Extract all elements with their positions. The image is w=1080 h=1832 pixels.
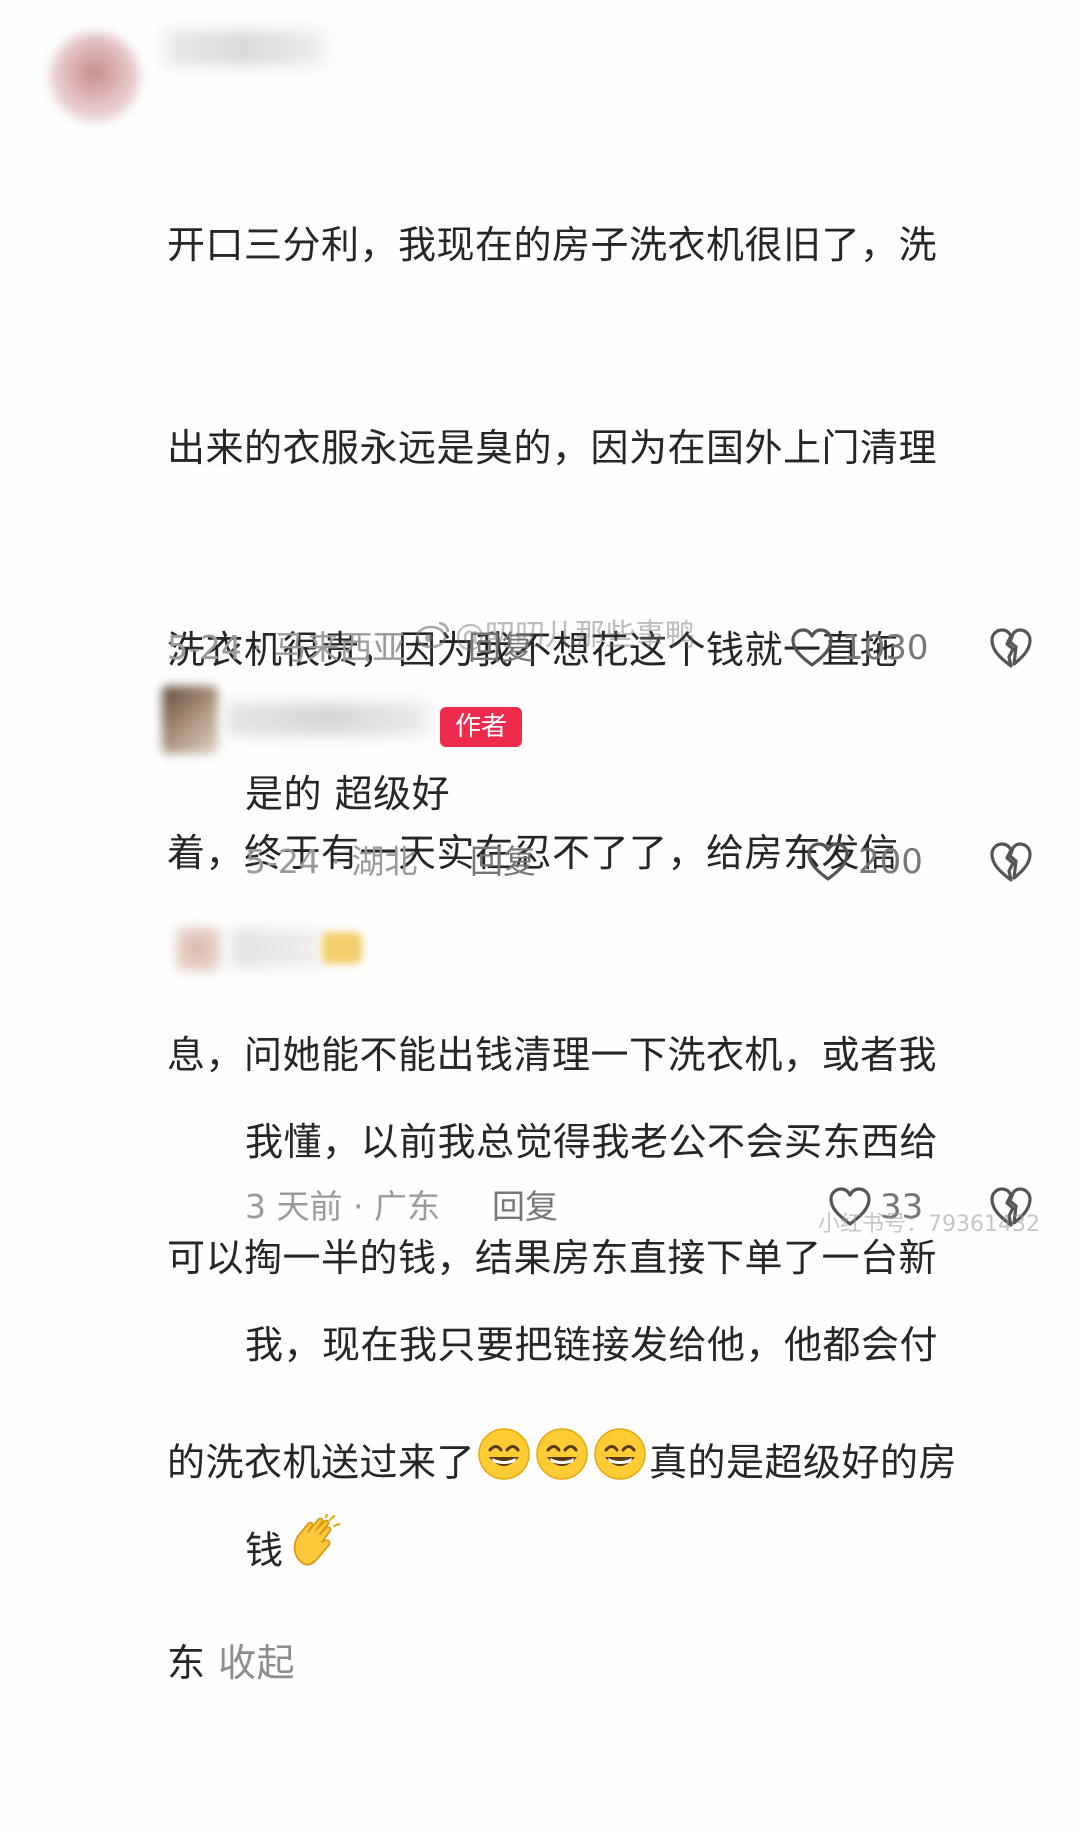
like-count: 1030 — [842, 628, 929, 668]
heart-outline-icon — [807, 842, 849, 881]
username[interactable] — [225, 702, 430, 736]
watermark-text: @叨叨儿那些事鸭 — [455, 618, 695, 653]
comment-line-emoji: 钱 — [245, 1512, 938, 1582]
like-button[interactable]: 200 — [806, 840, 923, 884]
broken-heart-icon — [990, 842, 1032, 882]
comment-line-part: 钱 — [245, 1528, 284, 1573]
reply-button[interactable]: 回复 — [492, 1185, 558, 1229]
like-button[interactable]: 1030 — [790, 626, 929, 670]
comment-line: 出来的衣服永远是臭的，因为在国外上门清理 — [167, 425, 938, 470]
reply-button[interactable]: 回复 — [470, 840, 536, 884]
date-location: 5-24 · 湖北 — [245, 842, 418, 881]
comment-line: 我，现在我只要把链接发给他，他都会付 — [245, 1322, 939, 1367]
avatar[interactable] — [50, 32, 140, 122]
comment-line: 我懂，以前我总觉得我老公不会买东西给 — [245, 1120, 939, 1164]
comment-1: 开口三分利，我现在的房子洗衣机很旧了，洗 出来的衣服永远是臭的，因为在国外上门清… — [0, 0, 1080, 1685]
broken-heart-icon — [990, 628, 1032, 668]
corner-watermark: 小红书号：79361432 — [818, 1212, 1040, 1237]
author-badge: 作者 — [440, 707, 522, 747]
dislike-button[interactable] — [988, 626, 1034, 674]
avatar[interactable] — [175, 926, 221, 972]
reply-text: 是的 超级好 — [245, 772, 451, 816]
comment-2: 作者 是的 超级好 5-24 · 湖北 回复 200 — [0, 680, 1080, 910]
date-location: 5-24 · 马来西亚 — [167, 628, 406, 667]
date-location: 3 天前 · 广东 — [245, 1187, 440, 1226]
heart-outline-icon — [791, 628, 833, 667]
comment-line: 开口三分利，我现在的房子洗衣机很旧了，洗 — [167, 223, 938, 267]
clapping-hands-emoji — [286, 1512, 342, 1592]
username[interactable] — [230, 928, 320, 968]
comment-text: 我懂，以前我总觉得我老公不会买东西给 我，现在我只要把链接发给他，他都会付 钱 — [245, 974, 938, 1717]
user-badge — [322, 932, 362, 964]
watermark: @叨叨儿那些事鸭 — [415, 610, 695, 656]
like-count: 200 — [858, 842, 923, 882]
comment-3: 我懂，以前我总觉得我老公不会买东西给 我，现在我只要把链接发给他，他都会付 钱 … — [0, 910, 1080, 1572]
avatar[interactable] — [162, 686, 218, 754]
username[interactable] — [165, 30, 325, 66]
comment-line-part: 东 — [167, 1640, 206, 1685]
dislike-button[interactable] — [988, 840, 1034, 888]
weibo-logo-icon — [415, 618, 451, 656]
